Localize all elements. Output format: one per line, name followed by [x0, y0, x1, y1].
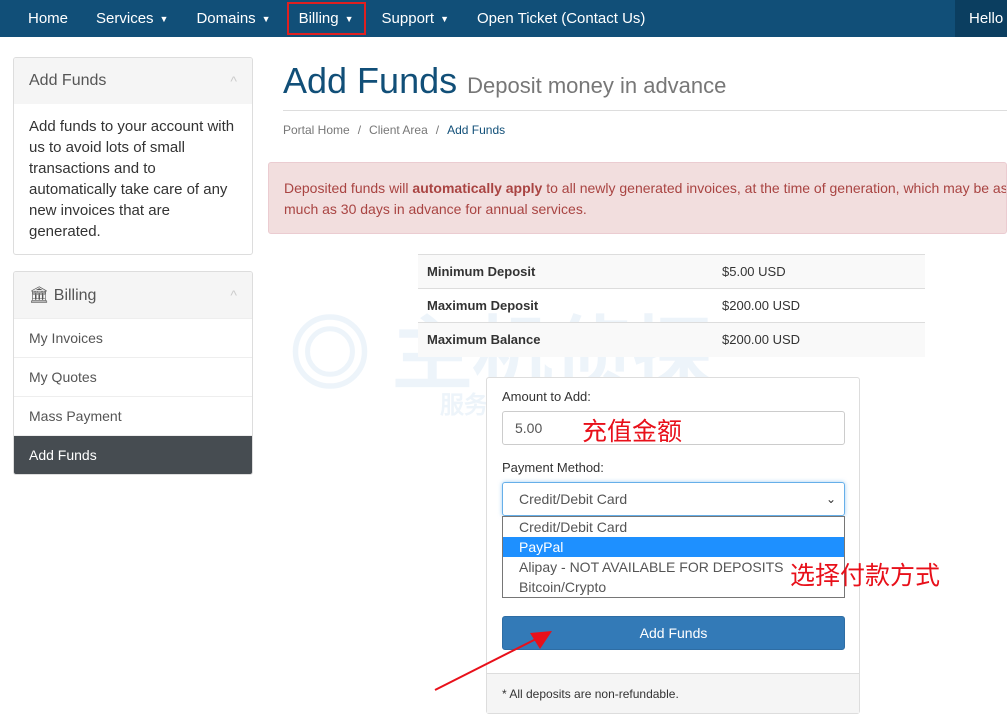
top-nav: Home Services ▼ Domains ▼ Billing ▼ Support… — [0, 0, 1007, 37]
cell: Maximum Deposit — [418, 288, 713, 323]
main-content: Add Funds Deposit money in advance Portal… — [283, 60, 1007, 137]
table-row: Maximum Balance $200.00 USD — [418, 322, 925, 357]
table-row: Minimum Deposit $5.00 USD — [418, 254, 925, 289]
info-alert: Deposited funds will automatically apply… — [268, 162, 1007, 234]
nav-label: Support — [381, 10, 435, 27]
amount-value: 5.00 — [515, 420, 543, 436]
option-paypal[interactable]: PayPal — [503, 537, 844, 557]
chevron-up-icon[interactable]: ^ — [230, 73, 237, 89]
nav-domains[interactable]: Domains ▼ — [182, 0, 284, 37]
button-label: Add Funds — [639, 625, 708, 641]
caret-down-icon: ▼ — [344, 13, 354, 24]
account-menu[interactable]: Hello — [955, 0, 1007, 37]
cell: $5.00 USD — [713, 254, 925, 289]
chevron-up-icon[interactable]: ^ — [230, 287, 237, 303]
divider — [283, 110, 1007, 111]
panel-title: 🏛 Billing — [29, 285, 96, 305]
nav-open-ticket[interactable]: Open Ticket (Contact Us) — [463, 0, 659, 37]
sidebar-item-my-invoices[interactable]: My Invoices — [14, 318, 252, 357]
breadcrumb-portal-home[interactable]: Portal Home — [283, 123, 350, 137]
breadcrumb-client-area[interactable]: Client Area — [369, 123, 428, 137]
sidebar-item-my-quotes[interactable]: My Quotes — [14, 357, 252, 396]
sidebar-item-mass-payment[interactable]: Mass Payment — [14, 396, 252, 435]
nav-label: Billing — [298, 10, 339, 27]
panel-text: Add funds to your account with us to avo… — [29, 118, 235, 240]
option-credit-card[interactable]: Credit/Debit Card — [503, 517, 844, 537]
caret-down-icon: ▼ — [261, 13, 271, 24]
cell: Minimum Deposit — [418, 254, 713, 289]
nav-home[interactable]: Home — [0, 0, 82, 37]
cell: Maximum Balance — [418, 322, 713, 357]
nav-services[interactable]: Services ▼ — [82, 0, 182, 37]
nav-label: Home — [28, 10, 69, 27]
breadcrumb-current: Add Funds — [447, 123, 506, 137]
page-subtitle: Deposit money in advance — [467, 73, 727, 98]
nav-support[interactable]: Support ▼ — [368, 0, 463, 37]
billing-title: Billing — [53, 287, 97, 304]
table-row: Maximum Deposit $200.00 USD — [418, 288, 925, 323]
caret-down-icon: ▼ — [440, 13, 449, 24]
alert-text: to all newly generated invoices, at the … — [542, 180, 1007, 196]
breadcrumb-separator: / — [435, 123, 440, 137]
selected-value: Credit/Debit Card — [519, 491, 628, 507]
alert-text: much as 30 days in advance for annual se… — [284, 201, 587, 217]
caret-down-icon: ▼ — [159, 13, 169, 24]
nav-billing[interactable]: Billing ▼ — [285, 0, 368, 37]
payment-method-select[interactable]: Credit/Debit Card ⌄ — [502, 482, 845, 516]
breadcrumb: Portal Home / Client Area / Add Funds — [283, 123, 1007, 137]
chevron-down-icon: ⌄ — [825, 492, 836, 506]
deposit-limits-table: Minimum Deposit $5.00 USD Maximum Deposit… — [418, 254, 925, 357]
title-text: Add Funds — [283, 60, 458, 101]
payment-method-label: Payment Method: — [502, 460, 604, 475]
page-title: Add Funds Deposit money in advance — [283, 60, 1007, 102]
sidebar-item-add-funds[interactable]: Add Funds — [14, 435, 252, 474]
amount-label: Amount to Add: — [502, 389, 591, 404]
add-funds-panel: Add Funds ^ Add funds to your account wit… — [13, 57, 253, 255]
annotation-amount: 充值金额 — [582, 417, 683, 446]
bank-icon: 🏛 — [29, 287, 50, 304]
annotation-arrow-icon — [434, 631, 552, 691]
breadcrumb-separator: / — [357, 123, 362, 137]
nav-label: Open Ticket (Contact Us) — [477, 10, 646, 27]
alert-bold: automatically apply — [412, 180, 543, 196]
nav-label: Domains — [196, 10, 256, 27]
nav-label: Services — [96, 10, 154, 27]
cell: $200.00 USD — [713, 322, 925, 357]
annotation-method: 选择付款方式 — [790, 561, 941, 590]
cell: $200.00 USD — [713, 288, 925, 323]
billing-panel: 🏛 Billing ^ My Invoices My Quotes Mass Pa… — [13, 271, 253, 475]
alert-text: Deposited funds will — [284, 180, 413, 196]
panel-title: Add Funds — [29, 72, 107, 89]
